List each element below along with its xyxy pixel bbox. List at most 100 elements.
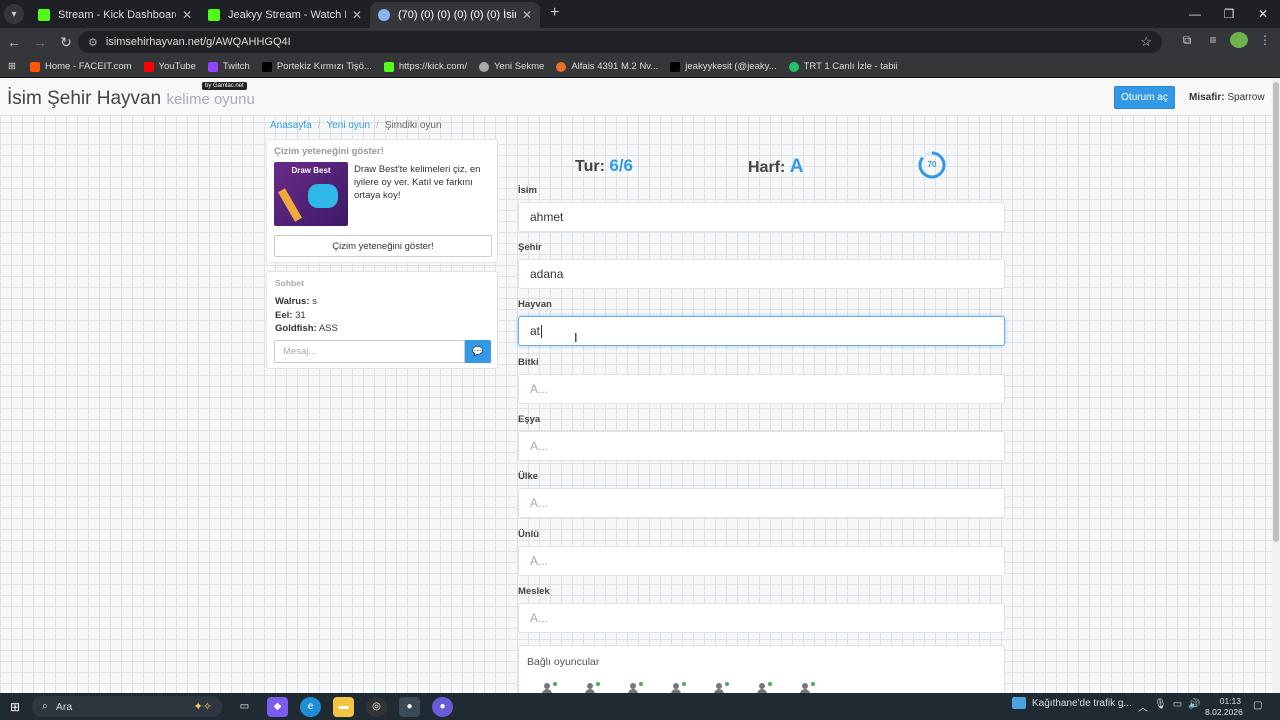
volume-icon[interactable]: 🔊 — [1188, 699, 1200, 714]
bookmark-twitch[interactable]: Twitch — [207, 61, 250, 72]
bookmark-tiktok[interactable]: jeakyykesit (@jeaky... — [670, 61, 777, 72]
scrollbar-thumb[interactable] — [1273, 82, 1279, 542]
text-caret — [541, 324, 543, 338]
restore-icon[interactable]: ❐ — [1212, 0, 1246, 28]
timer-value: 70 — [927, 160, 937, 169]
chat-message: Goldfish: ASS — [275, 323, 338, 334]
taskbar-search[interactable]: ⌕ Ara ✦✧ — [32, 696, 222, 717]
send-message-button[interactable]: 💬 — [465, 340, 491, 363]
tab-search-icon[interactable]: ▾ — [4, 4, 24, 24]
page-content: İsim Şehir Hayvan kelime oyunu by Gamlac… — [0, 78, 1272, 693]
text-cursor-icon: I — [574, 330, 578, 345]
chrome-profile-icon[interactable]: ● — [432, 696, 453, 717]
bookmark-faceit[interactable]: Home - FACEIT.com — [29, 61, 132, 72]
microphone-icon[interactable]: 🎙 — [1154, 699, 1167, 714]
field-label: Hayvan — [518, 299, 552, 310]
field-unlu: Ünlü A... — [518, 529, 1005, 576]
draw-best-image[interactable]: Draw Best — [274, 162, 348, 226]
letter-label: Harf: — [748, 159, 786, 176]
field-esya: Eşya A... — [518, 414, 1005, 461]
bookmark-youtube[interactable]: YouTube — [143, 61, 196, 72]
chat-messages: Walrus: s Eel: 31 Goldfish: ASS — [275, 295, 338, 336]
bookmark-alfais[interactable]: Alfais 4391 M.2 Nv... — [556, 61, 658, 72]
promo-card: Çizim yeteneğini göster! Draw Best Draw … — [266, 139, 498, 263]
player-avatar-icon — [584, 682, 600, 693]
new-tab-icon[interactable]: + — [550, 4, 559, 22]
profile-avatar[interactable] — [1230, 32, 1248, 48]
chat-message: Eel: 31 — [275, 309, 306, 321]
extensions-icon[interactable]: ⧉ — [1178, 33, 1196, 48]
menu-icon[interactable]: ⋮ — [1256, 33, 1274, 47]
close-icon[interactable]: ✕ — [352, 8, 362, 22]
taskbar-news[interactable]: Kağıthane'de trafik g... — [1012, 697, 1132, 709]
close-icon[interactable]: ✕ — [522, 8, 532, 22]
taskbar-clock[interactable]: 01:13 8.02.2026 — [1205, 696, 1243, 718]
page-scrollbar[interactable] — [1272, 78, 1280, 693]
esya-input[interactable]: A... — [518, 431, 1005, 461]
task-view-icon[interactable]: ▭ — [234, 697, 255, 717]
chat-input[interactable]: Mesaj... — [274, 340, 465, 363]
tabii-icon — [788, 61, 799, 72]
player-avatars — [541, 682, 815, 693]
bookmark-kick[interactable]: https://kick.com/ — [383, 61, 467, 72]
bitki-input[interactable]: A... — [518, 374, 1005, 404]
tab-title: Stream - Kick Dashboard — [58, 9, 176, 21]
byline-badge: by Gamlac.net — [202, 82, 247, 90]
site-logo[interactable]: İsim Şehir Hayvan kelime oyunu — [7, 88, 255, 110]
pencil-icon — [278, 188, 302, 222]
minimize-icon[interactable]: — — [1178, 0, 1212, 28]
reload-icon[interactable]: ↻ — [54, 34, 78, 51]
brand-subtitle: kelime oyunu — [166, 91, 255, 108]
browser-tab-3[interactable]: (70) (0) (0) (0) (0) (0) İsim Şehir Hayv… — [370, 2, 540, 28]
browser-tab-1[interactable]: Stream - Kick Dashboard ✕ — [30, 2, 200, 28]
network-icon[interactable]: ▭ — [1173, 699, 1182, 714]
isim-input[interactable]: ahmet — [518, 202, 1005, 232]
bookmarks-bar: ⊞ Home - FACEIT.com YouTube Twitch Porte… — [0, 56, 1280, 78]
chrome-icon[interactable]: ● — [399, 696, 420, 717]
taskbar-apps: ▭ ◆ e ▬ ◎ ● ● — [234, 696, 453, 717]
forward-icon[interactable]: → — [28, 34, 52, 50]
windows-start-icon[interactable]: ⊞ — [0, 700, 30, 714]
media-icon[interactable]: ≡ — [1204, 33, 1222, 47]
chat-bubble-icon: 💬 — [472, 346, 484, 356]
amazon-icon — [556, 61, 567, 72]
sehir-input[interactable]: adana — [518, 259, 1005, 289]
notification-icon[interactable]: ▢ — [1253, 700, 1262, 711]
url-input[interactable]: ⚙ isimsehirhayvan.net/g/AWQAHHGQ4I ☆ — [78, 31, 1162, 53]
field-label: Ülke — [518, 471, 539, 482]
login-button[interactable]: Oturum aç — [1114, 86, 1175, 109]
close-icon[interactable]: ✕ — [182, 8, 192, 22]
apps-icon[interactable]: ⊞ — [8, 61, 16, 72]
guest-name: Sparrow — [1227, 92, 1265, 103]
bookmark-trt[interactable]: TRT 1 Canlı İzle - tabii — [788, 61, 898, 72]
meslek-input[interactable]: A... — [518, 603, 1005, 633]
file-explorer-icon[interactable]: ▬ — [333, 696, 354, 717]
browser-tab-2[interactable]: Jeakyy Stream - Watch Live on Kick ✕ — [200, 2, 370, 28]
site-info-icon[interactable]: ⚙ — [88, 36, 98, 49]
draw-best-title: Draw Best — [291, 166, 331, 175]
unlu-input[interactable]: A... — [518, 546, 1005, 576]
back-icon[interactable]: ← — [2, 34, 26, 50]
field-isim: İsim ahmet — [518, 185, 1005, 232]
players-heading: Bağlı oyuncular — [527, 656, 600, 668]
traffic-icon — [1012, 697, 1026, 709]
copilot-icon[interactable]: ◆ — [267, 696, 288, 717]
breadcrumb-new-game[interactable]: Yeni oyun — [326, 120, 370, 131]
promo-button[interactable]: Çizim yeteneğini göster! — [274, 235, 492, 257]
brand-title: İsim Şehir Hayvan — [7, 88, 162, 109]
ulke-input[interactable]: A... — [518, 488, 1005, 518]
letter-value: A — [789, 156, 804, 177]
close-window-icon[interactable]: ✕ — [1246, 0, 1280, 28]
app-icon[interactable]: ◎ — [366, 696, 387, 717]
address-bar-row: ← → ↻ ⚙ isimsehirhayvan.net/g/AWQAHHGQ4I… — [0, 28, 1280, 56]
bookmark-portekiz[interactable]: Portekiz Kırmızı Tişö... — [261, 61, 372, 72]
breadcrumb-home[interactable]: Anasayfa — [270, 120, 312, 131]
bookmark-new-tab[interactable]: Yeni Sekme — [478, 61, 544, 72]
edge-icon[interactable]: e — [300, 696, 321, 717]
hayvan-input[interactable]: at — [518, 316, 1005, 346]
clock-time: 01:13 — [1219, 696, 1241, 706]
bookmark-star-icon[interactable]: ☆ — [1140, 34, 1152, 50]
promo-text: Draw Best'te kelimeleri çiz, en iyilere … — [354, 164, 481, 201]
tray-chevron-icon[interactable]: ︿ — [1138, 699, 1148, 714]
field-label: Eşya — [518, 414, 541, 425]
